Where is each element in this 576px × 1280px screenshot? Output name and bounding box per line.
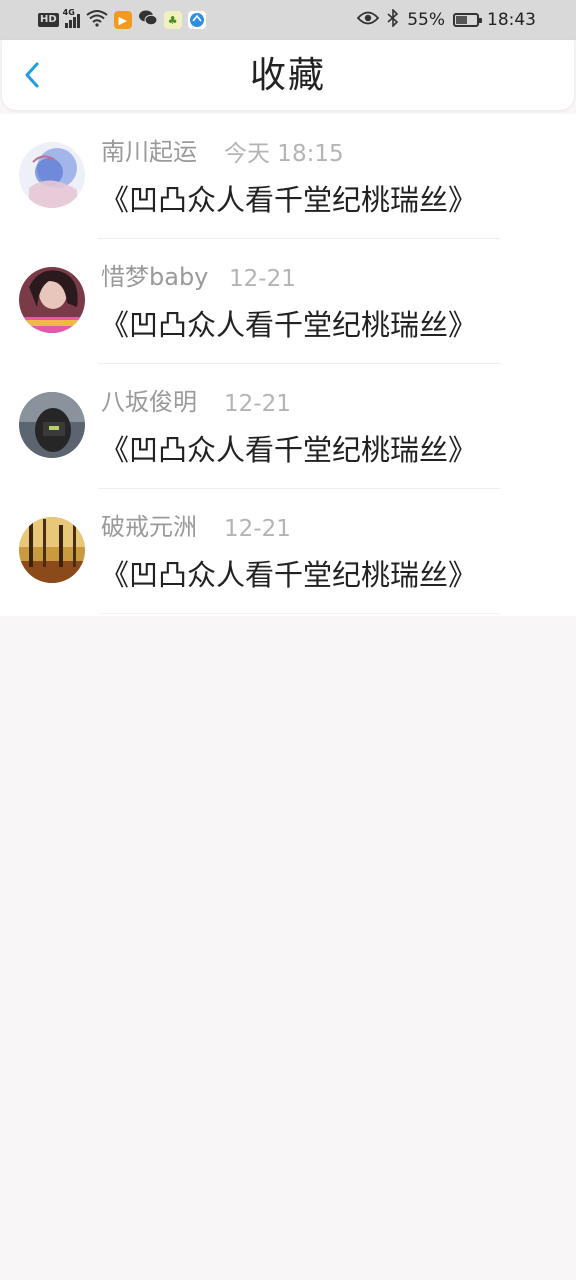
user-name: 八坂俊明 [101,388,197,416]
eye-comfort-icon [356,10,380,31]
list-item[interactable]: 南川起运 今天 18:15 《凹凸众人看千堂纪桃瑞丝》 [0,114,576,239]
user-name: 破戒元洲 [101,513,197,541]
divider [98,613,500,614]
favorites-list: 南川起运 今天 18:15 《凹凸众人看千堂纪桃瑞丝》 惜梦baby 12-21… [0,114,576,616]
battery-percent: 55% [407,10,445,30]
list-item[interactable]: 八坂俊明 12-21 《凹凸众人看千堂纪桃瑞丝》 [0,364,576,489]
nav-header: 收藏 [2,40,574,110]
favorite-title: 《凹凸众人看千堂纪桃瑞丝》 [100,433,478,467]
tree-app-icon: ♣ [163,11,182,29]
avatar [19,267,85,333]
video-app-icon: ▶ [113,11,132,29]
network-type-label: 4G [62,8,75,17]
browser-app-icon [187,11,206,29]
favorite-title: 《凹凸众人看千堂纪桃瑞丝》 [100,558,478,592]
list-item[interactable]: 惜梦baby 12-21 《凹凸众人看千堂纪桃瑞丝》 [0,239,576,364]
favorite-title: 《凹凸众人看千堂纪桃瑞丝》 [100,308,478,342]
favorite-title: 《凹凸众人看千堂纪桃瑞丝》 [100,183,478,217]
bluetooth-icon [387,7,399,32]
list-item[interactable]: 破戒元洲 12-21 《凹凸众人看千堂纪桃瑞丝》 [0,489,576,614]
page-title: 收藏 [249,55,326,96]
status-icons-left: HD 4G ▶ ♣ [38,8,206,32]
user-name: 南川起运 [101,138,197,166]
battery-level [456,16,467,24]
status-icons-right: 55% 18:43 [356,7,536,32]
user-name: 惜梦baby [101,263,209,291]
favorite-time: 12-21 [224,391,291,417]
status-bar: HD 4G ▶ ♣ 55% 18:43 [0,0,576,40]
avatar [19,142,85,208]
battery-icon [453,13,482,27]
status-time: 18:43 [487,10,536,30]
wechat-icon [138,9,158,31]
hd-icon: HD [38,13,59,27]
cellular-signal-icon: 4G [63,8,80,28]
favorite-time: 今天 18:15 [224,141,344,167]
avatar [19,392,85,458]
wifi-icon [86,9,108,31]
favorite-time: 12-21 [229,266,296,292]
avatar [19,517,85,583]
favorite-time: 12-21 [224,516,291,542]
